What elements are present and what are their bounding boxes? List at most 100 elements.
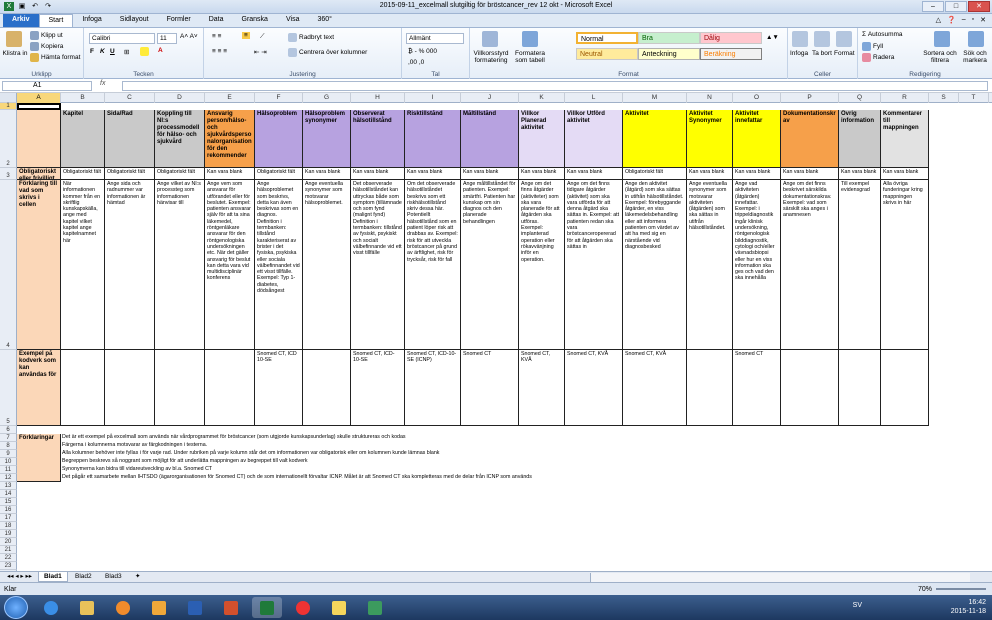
row5-cell[interactable]: Snomed CT, KVÅ [565,350,623,426]
sheet-tab-blad3[interactable]: Blad3 [100,572,127,582]
row-header-13[interactable]: 13 [0,482,17,490]
row3-cell[interactable]: Obligatoriskt fält [61,168,105,180]
tab-granska[interactable]: Granska [233,14,277,27]
row-header-23[interactable]: 23 [0,562,17,570]
row5-cell[interactable]: Snomed CT, KVÅ [623,350,687,426]
header-cell[interactable]: Sida/Rad [105,110,155,168]
row5-cell[interactable]: Snomed CT [733,350,781,426]
notes-label[interactable]: Förklaringar [17,434,61,482]
header-cell[interactable]: Koppling till NI:s processmodell för häl… [155,110,205,168]
style-dalig[interactable]: Dålig [700,32,762,44]
row-header-8[interactable]: 8 [0,442,17,450]
minimize-ribbon-icon[interactable]: △ [936,16,941,24]
find-select-button[interactable]: Sök och markera [958,50,992,64]
row-header-18[interactable]: 18 [0,522,17,530]
italic-button[interactable]: K [100,48,105,55]
row4-cell[interactable]: Ange om det finns åtgärder (aktiviteter)… [519,180,565,350]
tab-infoga[interactable]: Infoga [73,14,110,27]
column-header-j[interactable]: J [461,93,519,103]
row3-cell[interactable]: Obligatoriskt fält [105,168,155,180]
tab-formler[interactable]: Formler [158,14,200,27]
row5-cell[interactable]: Snomed CT, ICD 10-SE [255,350,303,426]
row-header-5[interactable]: 5 [0,350,17,426]
language-indicator[interactable]: SV [853,602,862,609]
row5-cell[interactable] [205,350,255,426]
row4-cell[interactable]: När informationen kommer från en skriftl… [61,180,105,350]
row3-label[interactable]: Obligatoriskt eller frivilligt fält [17,168,61,180]
borders-icon[interactable]: ⊞ [124,48,129,56]
horizontal-scrollbar[interactable] [590,573,970,582]
column-header-m[interactable]: M [623,93,687,103]
row-header-20[interactable]: 20 [0,538,17,546]
column-header-o[interactable]: O [733,93,781,103]
header-cell[interactable]: Aktivitet Synonymer [687,110,733,168]
header-cell[interactable]: Hälsoproblem [255,110,303,168]
row-header-12[interactable]: 12 [0,474,17,482]
excel-logo-icon[interactable]: X [4,2,14,11]
new-sheet-icon[interactable]: ✦ [130,572,145,582]
column-header-h[interactable]: H [351,93,405,103]
column-header-s[interactable]: S [929,93,959,103]
project-icon[interactable] [360,597,390,618]
save-icon[interactable]: ▣ [17,2,27,11]
windows-start-icon[interactable] [4,596,28,619]
autosum-button[interactable]: Σ Autosumma [862,31,903,38]
clear-button[interactable]: Radera [862,53,894,62]
row5-cell[interactable] [687,350,733,426]
row4-cell[interactable]: Det observerade hälsotillståndet kan utt… [351,180,405,350]
row-header-17[interactable]: 17 [0,514,17,522]
row3-cell[interactable]: Kan vara blank [687,168,733,180]
row3-cell[interactable]: Kan vara blank [303,168,351,180]
row-header-4[interactable]: 4 [0,180,17,350]
row-header-16[interactable]: 16 [0,506,17,514]
row5-cell[interactable]: Snomed CT, ICD-10-SE (ICNP) [405,350,461,426]
close-button[interactable]: ✕ [968,1,990,12]
notes-icon[interactable] [324,597,354,618]
row-header-21[interactable]: 21 [0,546,17,554]
worksheet-grid[interactable]: ABCDEFGHIJKLMNOPQRST 1 2 3 4 5 6 7 8 9 10 11 12 13 14… [0,93,992,571]
row5-cell[interactable]: Snomed CT, KVÅ [519,350,565,426]
tab-arkiv[interactable]: Arkiv [3,14,39,27]
style-anteckning[interactable]: Anteckning [638,48,700,60]
wrap-text-button[interactable]: Radbryt text [288,33,334,42]
style-bra[interactable]: Bra [638,32,700,44]
row4-cell[interactable]: Ange den aktivitet (åtgärd) som ska sätt… [623,180,687,350]
row3-cell[interactable]: Kan vara blank [461,168,519,180]
header-cell[interactable]: Risktillstånd [405,110,461,168]
tab-visa[interactable]: Visa [277,14,309,27]
row4-cell[interactable]: Ange vem som ansvarar för utförandet ell… [205,180,255,350]
row4-cell[interactable]: Ange hälsoproblemet som beskrivs, detta … [255,180,303,350]
outlook-icon[interactable] [144,597,174,618]
indent-icon[interactable]: ⇤ ⇥ [254,48,267,56]
row3-cell[interactable]: Kan vara blank [405,168,461,180]
ie-icon[interactable] [36,597,66,618]
column-header-q[interactable]: Q [839,93,881,103]
row3-cell[interactable]: Kan vara blank [565,168,623,180]
column-header-c[interactable]: C [105,93,155,103]
doc-restore-icon[interactable]: ▫ [972,16,974,24]
paste-icon[interactable] [6,31,22,47]
row-header-1[interactable]: 1 [0,103,17,110]
column-header-i[interactable]: I [405,93,461,103]
chrome-icon[interactable] [288,597,318,618]
fill-color-icon[interactable] [140,47,151,56]
excel-taskbar-icon[interactable] [252,597,282,618]
row-header-3[interactable]: 3 [0,168,17,180]
sheet-tab-blad2[interactable]: Blad2 [70,572,97,582]
zoom-level[interactable]: 70% [918,586,932,593]
media-player-icon[interactable] [108,597,138,618]
style-normal[interactable]: Normal [576,32,638,44]
row4-cell[interactable]: Ange måltillståndet för patienten. Exemp… [461,180,519,350]
row5-cell[interactable] [303,350,351,426]
tab-start[interactable]: Start [38,14,74,27]
row4-cell[interactable]: Ange sida och radnummer var informatione… [105,180,155,350]
column-header-d[interactable]: D [155,93,205,103]
align-top-icon[interactable]: ≡ ≡ [212,33,221,40]
number-format-select[interactable]: Allmänt [406,33,464,44]
header-cell[interactable]: Övrig information [839,110,881,168]
sort-filter-button[interactable]: Sortera och filtrera [920,50,960,64]
row4-cell[interactable]: Om det observerade hälsotillståndet besk… [405,180,461,350]
header-cell-a2[interactable] [17,110,61,168]
row4-cell[interactable]: Ange om det finns tidigare åtgärder (akt… [565,180,623,350]
fill-button[interactable]: Fyll [862,42,883,51]
